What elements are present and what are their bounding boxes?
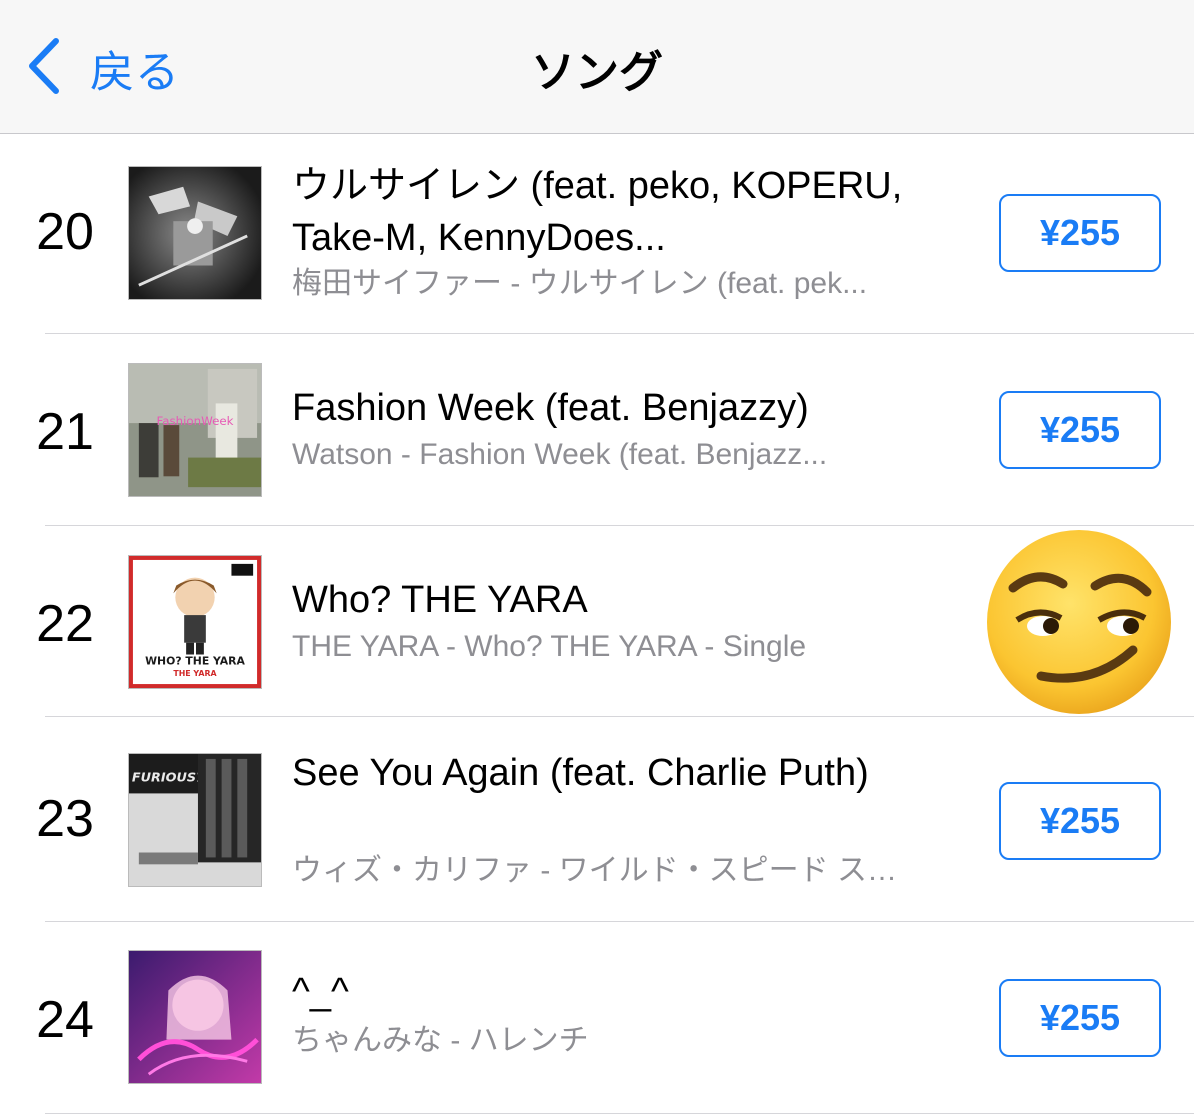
song-subtitle: ウィズ・カリファ - ワイルド・スピード ス… <box>292 854 897 887</box>
car-wheel-icon: FURIOUS7 <box>129 754 261 886</box>
album-art: FURIOUS7 <box>128 753 262 887</box>
song-row[interactable]: 23 FURIOUS7 See You Again (feat. Charlie… <box>0 717 1194 922</box>
rank-number: 22 <box>36 595 94 653</box>
song-subtitle: 梅田サイファー - ウルサイレン (feat. pek... <box>292 267 868 300</box>
art-subtext: THE YARA <box>173 669 217 678</box>
rank-number: 21 <box>36 403 94 461</box>
rank-number: 20 <box>36 203 94 261</box>
album-art: WHO? THE YARA THE YARA <box>128 555 262 689</box>
rank-number: 23 <box>36 790 94 848</box>
price-button[interactable]: ¥255 <box>999 194 1161 272</box>
song-row[interactable]: 24 ^_^ ちゃんみな - ハレンチ ¥255 <box>0 922 1194 1119</box>
rank-number: 24 <box>36 991 94 1049</box>
song-subtitle: Watson - Fashion Week (feat. Benjazz... <box>292 438 828 471</box>
album-art: FashionWeek <box>128 363 262 497</box>
dark-mech-icon <box>129 167 261 299</box>
price-button[interactable]: ¥255 <box>999 782 1161 860</box>
neon-portrait-icon <box>129 951 261 1083</box>
song-row[interactable]: 20 ウルサイレン (feat. peko, KOPERU, Take-M, K… <box>0 134 1194 334</box>
art-text: FURIOUS7 <box>132 771 205 786</box>
song-row[interactable]: 21 FashionWeek Fashion Week (feat. Benja… <box>0 334 1194 526</box>
smirking-face-icon <box>983 526 1175 718</box>
album-art <box>128 950 262 1084</box>
song-title: Fashion Week (feat. Benjazzy) <box>292 387 809 429</box>
album-art <box>128 166 262 300</box>
navigation-bar: 戻る ソング <box>0 0 1194 134</box>
street-photo-icon: FashionWeek <box>129 364 261 496</box>
song-subtitle: THE YARA - Who? THE YARA - Single <box>292 630 807 663</box>
song-title: Who? THE YARA <box>292 579 588 621</box>
page-title: ソング <box>531 47 663 98</box>
price-button[interactable]: ¥255 <box>999 391 1161 469</box>
price-button[interactable]: ¥255 <box>999 979 1161 1057</box>
art-text: FashionWeek <box>157 414 234 428</box>
cartoon-character-icon: WHO? THE YARA THE YARA <box>129 556 261 688</box>
art-text: WHO? THE YARA <box>145 654 245 667</box>
song-title: See You Again (feat. Charlie Puth) <box>292 752 869 794</box>
divider <box>45 1113 1194 1114</box>
song-title: ^_^ <box>292 971 349 1013</box>
song-title: ウルサイレン (feat. peko, KOPERU, Take-M, Kenn… <box>292 165 903 259</box>
song-subtitle: ちゃんみな - ハレンチ <box>292 1024 589 1057</box>
